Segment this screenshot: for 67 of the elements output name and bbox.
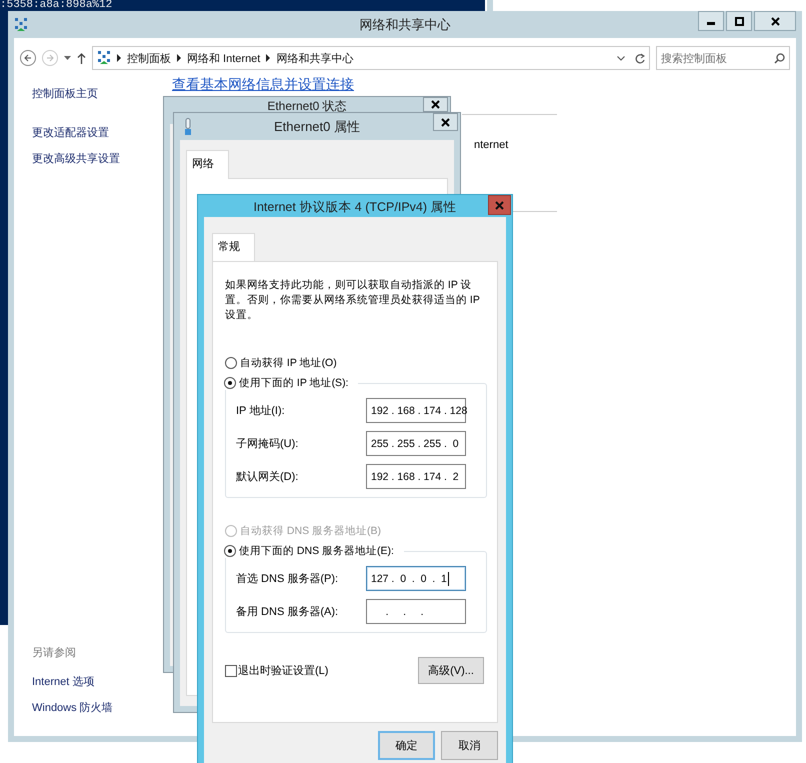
radio-label: 自动获得 DNS 服务器地址(B) — [240, 524, 381, 538]
refresh-icon[interactable] — [635, 52, 645, 64]
see-also-title: 另请参阅 — [32, 646, 77, 660]
up-arrow-icon[interactable] — [77, 52, 86, 64]
radio-button[interactable] — [224, 545, 236, 557]
radio-label: 自动获得 IP 地址(O) — [240, 356, 337, 370]
network-icon — [97, 50, 111, 66]
close-button[interactable] — [423, 97, 448, 112]
radio-label: 使用下面的 DNS 服务器地址(E): — [239, 544, 394, 558]
field-label: 子网掩码(U): — [236, 437, 298, 451]
back-arrow-icon — [24, 54, 32, 62]
breadcrumb-arrow-icon — [177, 54, 181, 62]
ip-address-field[interactable]: . . . — [366, 599, 466, 624]
sidebar-link[interactable]: 更改适配器设置 — [32, 125, 109, 140]
sidebar-link[interactable]: Internet 选项 — [32, 674, 94, 689]
description-text: 如果网络支持此功能，则可以获取自动指派的 IP 设置。否则，你需要从网络系统管理员处获得适当的 IP 设置。 — [225, 278, 481, 323]
radio-label: 使用下面的 IP 地址(S): — [239, 376, 348, 390]
breadcrumb[interactable]: 网络和共享中心 — [276, 50, 354, 66]
forward-arrow-icon — [46, 54, 54, 62]
maximize-button[interactable] — [726, 11, 752, 31]
dialog-button[interactable]: 确定 — [378, 731, 435, 760]
back-button[interactable] — [20, 50, 36, 66]
breadcrumb-arrow-icon — [266, 54, 270, 62]
breadcrumb-arrow-icon — [117, 54, 121, 62]
window-title: 网络和共享中心 — [358, 16, 452, 34]
chevron-icon[interactable] — [617, 56, 625, 60]
close-icon — [441, 118, 450, 126]
checkbox[interactable] — [225, 664, 237, 676]
ip-address-field[interactable]: 255 . 255 . 255 . 0 — [366, 431, 466, 456]
sidebar-link[interactable]: 控制面板主页 — [32, 86, 98, 101]
advanced-button[interactable]: 高级(V)... — [418, 657, 484, 684]
plug-icon — [184, 118, 192, 136]
breadcrumb[interactable]: 网络和 Internet — [187, 50, 260, 66]
sidebar-link[interactable]: 更改高级共享设置 — [32, 151, 120, 166]
network-icon — [14, 16, 28, 32]
close-button[interactable] — [754, 11, 796, 31]
ip-address-field[interactable]: 192 . 168 . 174 . 2 — [366, 464, 466, 489]
search-icon — [774, 52, 785, 64]
close-icon — [770, 16, 780, 26]
minimize-button[interactable] — [698, 11, 724, 31]
field-label: 首选 DNS 服务器(P): — [236, 572, 338, 586]
terminal-text: :5358:a8a:898a%12 — [0, 0, 112, 11]
page-heading[interactable]: 查看基本网络信息并设置连接 — [172, 76, 354, 92]
dialog-title: Ethernet0 属性 — [273, 118, 361, 136]
network-text: nternet — [474, 139, 510, 151]
dropdown-icon[interactable] — [64, 56, 71, 60]
close-icon — [495, 200, 504, 210]
close-icon — [431, 100, 440, 109]
tab[interactable]: 网络 — [186, 150, 229, 179]
sidebar-link[interactable]: Windows 防火墙 — [32, 700, 113, 715]
tab[interactable]: 常规 — [212, 233, 255, 262]
field-label: 默认网关(D): — [236, 470, 298, 484]
maximize-icon — [734, 16, 744, 26]
close-button[interactable] — [433, 113, 458, 131]
radio-button[interactable] — [224, 377, 236, 389]
dialog-title: Internet 协议版本 4 (TCP/IPv4) 属性 — [252, 199, 458, 216]
checkbox-label: 退出时验证设置(L) — [238, 664, 328, 678]
dialog-button[interactable]: 取消 — [441, 731, 498, 760]
search-field[interactable]: 搜索控制面板 — [656, 46, 790, 70]
field-label: 备用 DNS 服务器(A): — [236, 605, 338, 619]
address-bar[interactable]: 控制面板 网络和 Internet 网络和共享中心 — [92, 46, 650, 70]
field-label: IP 地址(I): — [236, 404, 285, 418]
radio-button[interactable] — [225, 357, 237, 369]
dialog-title: Ethernet0 状态 — [266, 98, 348, 115]
ip-address-field[interactable]: 127 . 0 . 0 . 1 — [366, 566, 466, 591]
breadcrumb[interactable]: 控制面板 — [127, 50, 171, 66]
ip-address-field[interactable]: 192 . 168 . 174 . 128 — [366, 398, 466, 423]
